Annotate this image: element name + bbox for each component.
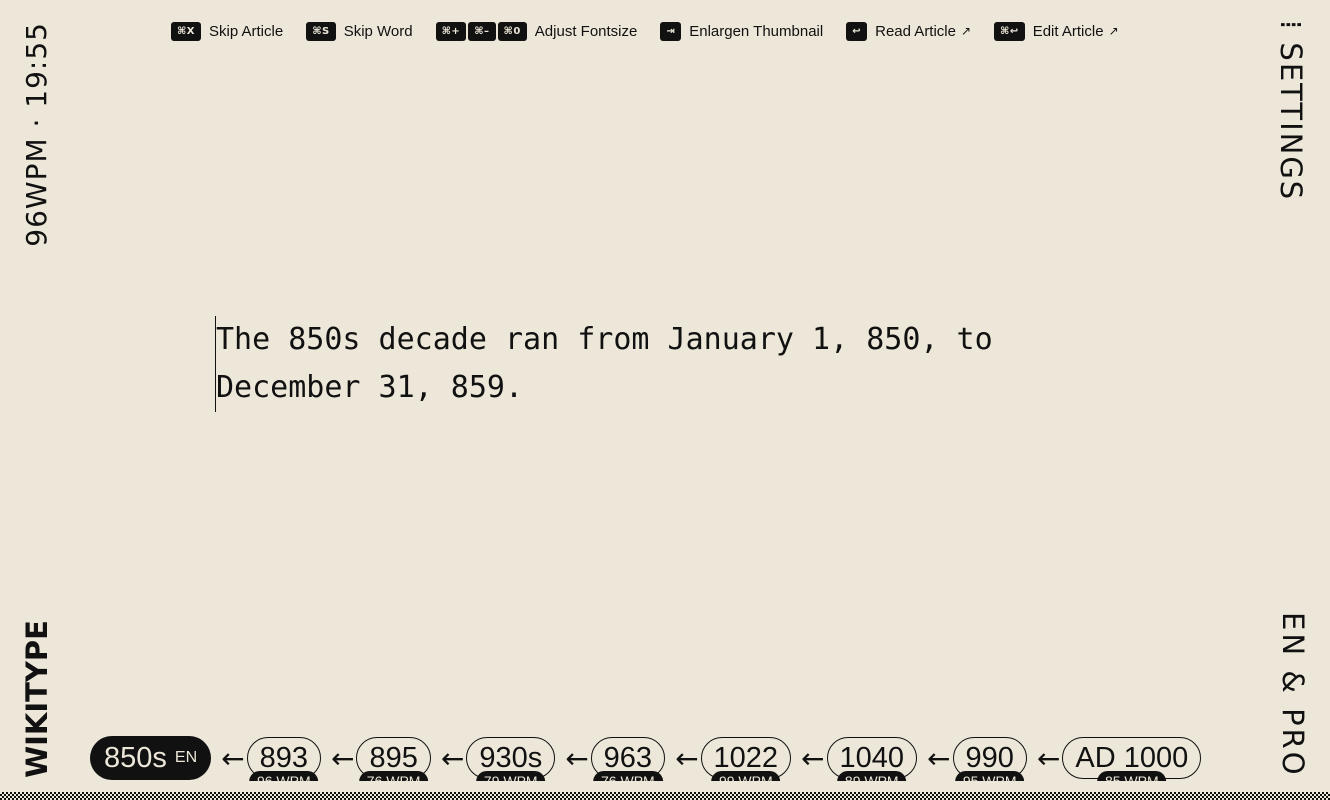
- history-item[interactable]: 990 95 WPM: [952, 737, 1027, 781]
- shortcut-skip-article[interactable]: ⌘X Skip Article: [171, 21, 284, 41]
- key-return: ↩: [846, 21, 868, 41]
- key-group: ⌘S: [306, 21, 336, 41]
- shortcut-adjust-fontsize[interactable]: ⌘+ ⌘– ⌘0 Adjust Fontsize: [435, 21, 638, 41]
- history-item-wpm: 76 WPM: [593, 771, 663, 781]
- shortcut-bar: ⌘X Skip Article ⌘S Skip Word ⌘+ ⌘– ⌘0 Ad…: [171, 20, 1119, 42]
- key-cmd-zero: ⌘0: [497, 21, 527, 41]
- shortcut-label: Read Article: [875, 22, 956, 40]
- history-item[interactable]: 1040 89 WPM: [826, 737, 918, 781]
- history-item[interactable]: 893 96 WPM: [246, 737, 321, 781]
- wpm-clock-status: 96WPM · 19:55: [20, 22, 53, 247]
- history-item-wpm: 79 WPM: [475, 771, 546, 781]
- key-group: ⌘+ ⌘– ⌘0: [435, 21, 527, 41]
- history-item-wpm: 99 WPM: [710, 771, 781, 781]
- shortcut-label: Enlargen Thumbnail: [689, 22, 824, 40]
- external-link-icon: ↗: [960, 24, 972, 38]
- shortcut-skip-word[interactable]: ⌘S Skip Word: [306, 21, 413, 41]
- key-group: ⌘↩: [994, 21, 1025, 41]
- current-article-pill[interactable]: 850s EN: [90, 736, 212, 780]
- history-item[interactable]: 930s 79 WPM: [466, 737, 556, 781]
- arrow-left-icon: ←: [801, 741, 825, 775]
- key-cmd-x: ⌘X: [171, 21, 201, 41]
- history-item[interactable]: AD 1000 85 WPM: [1062, 737, 1202, 781]
- settings-button[interactable]: ⁞ SETTINGS: [1274, 20, 1308, 201]
- language-selector[interactable]: EN & PRO: [1276, 612, 1310, 778]
- article-history-trail: 850s EN ← 893 96 WPM ← 895 76 WPM ← 930s…: [90, 735, 1260, 781]
- key-cmd-minus: ⌘–: [468, 21, 496, 41]
- key-cmd-s: ⌘S: [306, 21, 336, 41]
- history-item-wpm: 76 WPM: [358, 771, 429, 781]
- history-item-wpm: 85 WPM: [1096, 771, 1167, 781]
- key-cmd-return: ⌘↩: [994, 21, 1025, 41]
- shortcut-read-article[interactable]: ↩ Read Article ↗: [846, 21, 972, 41]
- arrow-left-icon: ←: [440, 741, 465, 775]
- arrow-left-icon: ←: [565, 741, 589, 775]
- arrow-left-icon: ←: [927, 741, 951, 775]
- shortcut-edit-article[interactable]: ⌘↩ Edit Article ↗: [994, 21, 1119, 41]
- history-item-wpm: 96 WPM: [248, 771, 319, 781]
- checkered-footer-border: [0, 792, 1330, 800]
- arrow-left-icon: ←: [675, 741, 699, 775]
- shortcut-label: Edit Article: [1032, 22, 1104, 40]
- key-group: ↩: [846, 21, 868, 41]
- key-tab: ⇥: [660, 21, 682, 41]
- history-item[interactable]: 963 76 WPM: [590, 737, 666, 781]
- arrow-left-icon: ←: [1036, 741, 1061, 775]
- history-item-wpm: 89 WPM: [836, 771, 907, 781]
- shortcut-label: Skip Word: [343, 22, 413, 40]
- history-item[interactable]: 895 76 WPM: [356, 737, 431, 781]
- key-group: ⌘X: [171, 21, 201, 41]
- key-group: ⇥: [660, 21, 682, 41]
- shortcut-label: Adjust Fontsize: [534, 22, 638, 40]
- history-item[interactable]: 1022 99 WPM: [700, 737, 792, 781]
- current-article-lang: EN: [174, 749, 198, 766]
- history-item-wpm: 95 WPM: [954, 771, 1025, 781]
- arrow-left-icon: ←: [330, 741, 355, 775]
- external-link-icon: ↗: [1108, 24, 1119, 38]
- brand-logo: WIKITYPE: [20, 620, 54, 778]
- arrow-left-icon: ←: [221, 741, 245, 775]
- current-article-title: 850s: [104, 741, 167, 774]
- article-typing-text[interactable]: The 850s decade ran from January 1, 850,…: [215, 316, 1116, 412]
- key-cmd-plus: ⌘+: [435, 21, 467, 41]
- shortcut-label: Skip Article: [209, 22, 284, 40]
- shortcut-enlargen-thumbnail[interactable]: ⇥ Enlargen Thumbnail: [660, 21, 824, 41]
